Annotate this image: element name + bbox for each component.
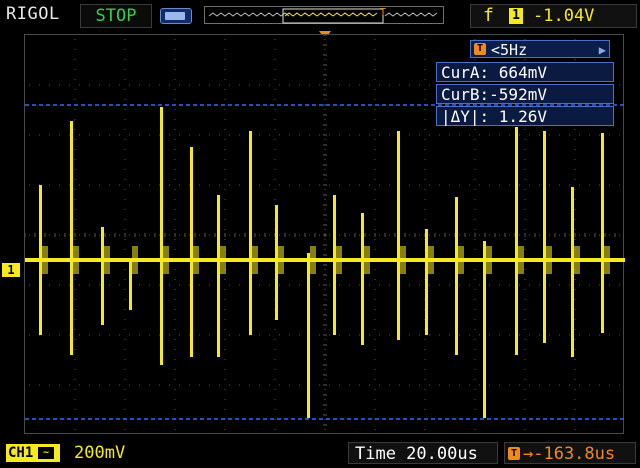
channel1-label: CH1 <box>8 445 34 461</box>
cursor-b-readout: CurB:-592mV <box>436 84 614 104</box>
volts-per-div[interactable]: 200mV <box>74 442 125 464</box>
chevron-right-icon: ▶ <box>598 43 606 57</box>
run-stop-indicator[interactable]: STOP <box>80 4 152 28</box>
trigger-icon: T <box>508 447 520 460</box>
cursor-a-readout: CurA: 664mV <box>436 62 614 82</box>
rising-edge-icon: f <box>483 5 494 26</box>
battery-icon <box>160 8 192 24</box>
status-bar: RIGOL STOP T f 1 -1.04V <box>0 0 640 30</box>
ac-coupling-icon: ~ <box>38 447 54 459</box>
channel1-trace <box>25 107 625 418</box>
brand-label: RIGOL <box>6 4 60 24</box>
svg-text:T: T <box>380 7 386 18</box>
trigger-source-badge: 1 <box>509 8 523 24</box>
frequency-readout[interactable]: T <5Hz ▶ <box>470 40 610 59</box>
horizontal-offset-readout[interactable]: T →-163.8us <box>504 442 636 464</box>
bottom-status-bar: CH1 ~ 200mV Time 20.00us T →-163.8us <box>0 438 640 468</box>
memory-depth-indicator: T <box>204 6 444 24</box>
trigger-level-value: -1.04V <box>533 6 595 26</box>
horizontal-offset-value: →-163.8us <box>523 444 616 464</box>
delta-y-readout: |ΔY|: 1.26V <box>436 106 614 126</box>
timebase-readout[interactable]: Time 20.00us <box>348 442 498 464</box>
trigger-info[interactable]: f 1 -1.04V <box>470 4 637 28</box>
trigger-icon: T <box>474 43 486 55</box>
channel1-badge[interactable]: CH1 ~ <box>6 444 60 462</box>
frequency-value: <5Hz <box>491 41 528 59</box>
channel1-offset-marker[interactable]: 1 <box>2 263 20 277</box>
